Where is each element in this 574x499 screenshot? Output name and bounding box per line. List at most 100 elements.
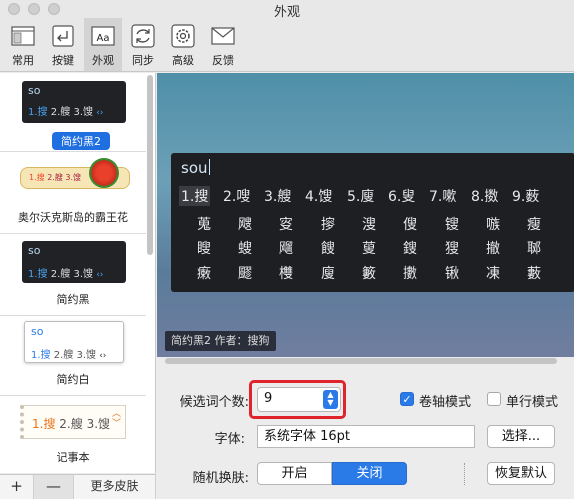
candidate-item: 9.薮: [512, 189, 540, 205]
candidate-item: 郰: [527, 241, 541, 257]
add-skin-button[interactable]: +: [0, 475, 34, 499]
candidate-item: 摉: [321, 217, 335, 233]
stepper-arrows-icon[interactable]: ▲ ▼: [323, 390, 338, 409]
page-arrows-icon: ‹›: [99, 351, 107, 361]
candidate-item: 2.嗖: [223, 189, 251, 205]
skin-item-jianyuehei[interactable]: so 1.搜 2.艘 3.馊 ‹› 简约黑: [0, 235, 146, 313]
skin-list[interactable]: so 1.搜 2.艘 3.馊 ‹› 简约黑2 1.搜 2.艘 3.馊 奥尔沃克斯…: [0, 73, 156, 473]
text-caret: [208, 159, 210, 175]
page-arrows-icon: ︿ ﹀: [111, 409, 121, 429]
skin-name: 简约黑2: [52, 132, 110, 150]
candidate-item: 1.搜: [179, 186, 211, 206]
candidate-item: 獀: [445, 241, 459, 257]
remove-skin-button[interactable]: —: [34, 475, 74, 499]
candidate-item: 撤: [486, 241, 500, 257]
thumb-input: so: [28, 84, 41, 97]
candidate-item: 7.嗽: [429, 189, 457, 205]
tab-appearance[interactable]: Aa 外观: [84, 18, 122, 71]
random-off-button[interactable]: 关闭: [332, 462, 407, 485]
candidate-item: 5.廋: [347, 189, 375, 205]
divider: [0, 151, 146, 152]
candidate-item: 瞍: [197, 241, 211, 257]
window-layout-icon: [11, 26, 35, 46]
scroll-mode-checkbox[interactable]: ✓: [400, 392, 414, 406]
tab-appearance-label: 外观: [92, 54, 114, 67]
candidate-item: 傁: [403, 217, 417, 233]
tab-general[interactable]: 常用: [4, 18, 42, 71]
scroll-mode-label: 卷轴模式: [419, 395, 472, 410]
tab-keys-label: 按键: [52, 54, 74, 67]
thumb-input: so: [28, 244, 41, 257]
candidate-item: 螋: [238, 241, 252, 257]
envelope-icon: [211, 27, 235, 45]
skin-preview: sou 1.搜 2.嗖 3.艘 4.馊 5.廋 6.叟 7.嗽 8.擞 9.薮 …: [157, 73, 574, 357]
candidate-item: 藪: [527, 266, 541, 282]
skin-thumbnail: so 1.搜 2.艘 3.馊 ‹›: [24, 321, 124, 363]
skin-item-jianyuehei2[interactable]: so 1.搜 2.艘 3.馊 ‹› 简约黑2: [0, 77, 146, 150]
candidate-item: 籔: [362, 266, 376, 282]
candidate-item: 3.艘: [264, 189, 292, 205]
candidate-count-select[interactable]: 9 ▲ ▼: [257, 387, 341, 412]
more-skins-button[interactable]: 更多皮肤: [74, 475, 156, 499]
single-line-label: 单行模式: [506, 395, 559, 410]
divider: [0, 233, 146, 234]
divider: [464, 463, 465, 485]
thumb-input: so: [31, 325, 44, 338]
candidate-item: 6.叟: [388, 189, 416, 205]
skin-item-notepad[interactable]: 1.搜 2.艘 3.馊 ︿ ﹀ 记事本: [0, 397, 146, 473]
keyboard-return-icon: [52, 25, 74, 47]
candidate-item: 锹: [445, 266, 459, 282]
thumb-cand: 1.搜: [28, 107, 48, 118]
skin-name: 记事本: [56, 451, 90, 464]
candidate-item: 蒐: [197, 217, 211, 233]
thumb-cand: 3.馊: [73, 269, 94, 280]
tab-feedback[interactable]: 反馈: [204, 18, 242, 71]
candidate-item: 蓃: [362, 241, 376, 257]
candidate-item: 4.馊: [305, 189, 333, 205]
skin-item-flower[interactable]: 1.搜 2.艘 3.馊 奥尔沃克斯岛的霸王花: [0, 153, 146, 231]
skin-thumbnail: 1.搜 2.艘 3.馊: [20, 158, 130, 189]
thumb-cand: 1.搜: [29, 173, 45, 182]
font-label: 字体:: [214, 432, 245, 447]
choose-font-button[interactable]: 选择...: [487, 425, 555, 448]
random-skin-toggle: 开启 关闭: [257, 462, 407, 485]
skin-author-caption: 简约黑2 作者：搜狗: [165, 331, 276, 351]
skin-list-footer: + — 更多皮肤: [0, 474, 156, 499]
preview-input-text: sou: [181, 159, 208, 177]
gear-icon: [171, 24, 195, 48]
thumb-cand: 3.馊: [73, 107, 94, 118]
preview-input-line: sou: [181, 159, 210, 177]
skin-list-scrollbar[interactable]: [147, 75, 153, 255]
skin-name: 简约白: [56, 373, 90, 386]
divider: [0, 315, 146, 316]
candidate-item: 擻: [403, 266, 417, 282]
restore-default-button[interactable]: 恢复默认: [487, 462, 555, 485]
skin-thumbnail: so 1.搜 2.艘 3.馊 ‹›: [22, 241, 126, 283]
tab-advanced[interactable]: 高级: [164, 18, 202, 71]
flower-decoration-icon: [89, 158, 119, 188]
appearance-settings: 候选词个数: 9 ▲ ▼ ✓ 卷轴模式 单行模式 字体: 系统字体 16pt 选择…: [157, 366, 574, 499]
tab-feedback-label: 反馈: [212, 54, 234, 67]
skin-thumbnail: 1.搜 2.艘 3.馊 ︿ ﹀: [20, 405, 126, 439]
candidate-item: 嗾: [486, 217, 500, 233]
tab-general-label: 常用: [12, 54, 34, 67]
sync-icon: [131, 24, 155, 48]
tab-sync[interactable]: 同步: [124, 18, 162, 71]
candidate-item: 飗: [279, 241, 293, 257]
random-on-button[interactable]: 开启: [257, 462, 332, 485]
thumb-cand: 2.艘: [53, 350, 74, 361]
preview-scrollbar[interactable]: [165, 358, 557, 364]
thumb-cand: 2.艘: [59, 417, 83, 431]
divider: [0, 395, 146, 396]
skin-item-jianyuebai[interactable]: so 1.搜 2.艘 3.馊 ‹› 简约白: [0, 317, 146, 393]
page-arrows-icon: ‹›: [96, 108, 104, 118]
tab-keys[interactable]: 按键: [44, 18, 82, 71]
candidate-item: 瘦: [527, 217, 541, 233]
candidate-item: 溲: [362, 217, 376, 233]
page-arrows-icon: ‹›: [96, 270, 104, 280]
candidate-item: 瘷: [197, 266, 211, 282]
single-line-checkbox[interactable]: [487, 392, 501, 406]
text-aa-icon: Aa: [91, 26, 115, 46]
random-skin-label: 随机换肤:: [192, 471, 249, 486]
thumb-cand: 2.艘: [47, 173, 63, 182]
